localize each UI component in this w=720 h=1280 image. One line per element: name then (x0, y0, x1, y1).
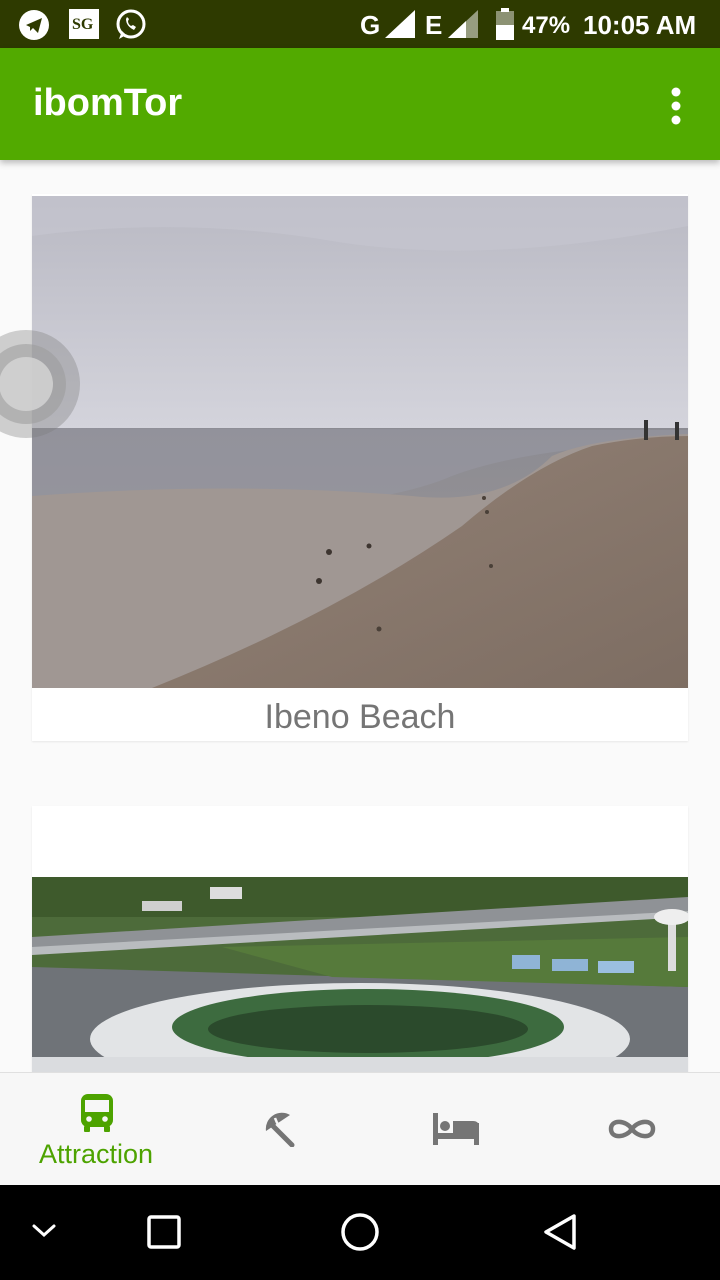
app-title: ibomTor (33, 82, 183, 124)
back-icon[interactable] (540, 1212, 580, 1252)
infinity-icon (608, 1119, 656, 1139)
clock: 10:05 AM (583, 10, 697, 40)
card-title: Ibeno Beach (264, 698, 456, 736)
nav-attraction[interactable]: Attraction (0, 1073, 192, 1185)
status-bar: SG G E 47% 10:05 AM (0, 0, 720, 48)
bottom-navigation: Attraction (0, 1072, 720, 1185)
sg-app-label: SG (72, 16, 94, 33)
nav-hotel[interactable] (368, 1073, 544, 1185)
telegram-icon (19, 10, 49, 40)
network-g-label: G (360, 10, 381, 40)
recents-icon[interactable] (146, 1214, 182, 1250)
more-vert-icon[interactable] (664, 86, 688, 126)
network-e-label: E (425, 10, 443, 40)
nav-attraction-label: Attraction (38, 1139, 154, 1169)
stadium-photo (32, 877, 688, 1072)
nav-more[interactable] (544, 1073, 720, 1185)
collapse-icon[interactable] (30, 1220, 58, 1240)
beach-umbrella-icon (265, 1112, 295, 1147)
beach-photo (32, 196, 688, 688)
attraction-card-1[interactable]: Ibeno Beach (32, 194, 688, 741)
whatsapp-icon (116, 9, 146, 39)
signal-icon-2 (448, 10, 478, 38)
battery-percent: 47% (522, 12, 571, 39)
home-icon[interactable] (340, 1212, 380, 1252)
attraction-card-2[interactable] (32, 806, 688, 1072)
hotel-bed-icon (433, 1113, 479, 1145)
floating-assistive-button[interactable] (0, 330, 80, 438)
app-bar: ibomTor (0, 48, 720, 160)
nav-beach[interactable] (192, 1073, 368, 1185)
bus-icon (81, 1094, 113, 1132)
battery-icon (496, 8, 514, 40)
sg-app-icon: SG (69, 9, 99, 39)
signal-icon-1 (385, 10, 415, 38)
system-navigation-bar (0, 1184, 720, 1280)
